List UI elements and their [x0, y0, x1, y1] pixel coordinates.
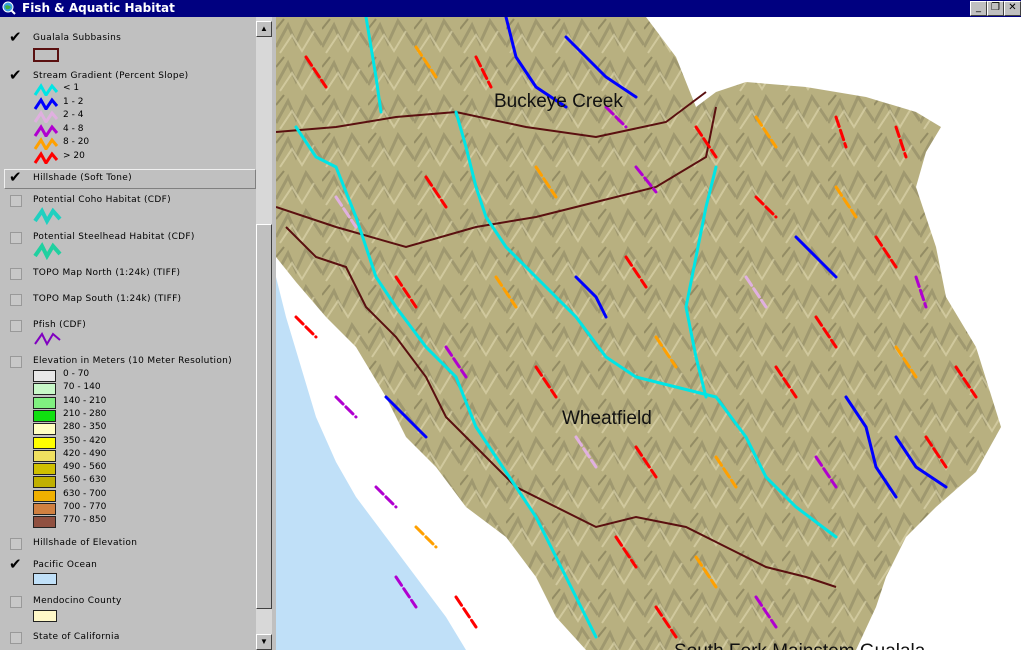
county-swatch — [33, 610, 57, 622]
steelhead-line-symbol — [33, 242, 62, 260]
stream-class-symbol — [33, 110, 59, 123]
layer-name: State of California — [33, 632, 120, 642]
elevation-swatch — [33, 436, 56, 449]
map-label-south-fork: South Fork Mainstem Gualala — [674, 641, 926, 650]
legend-class-label: 2 - 4 — [63, 110, 84, 120]
elevation-swatch — [33, 489, 56, 502]
elevation-swatch — [33, 396, 56, 409]
layer-checkbox[interactable] — [10, 356, 22, 368]
legend-class-label: 560 - 630 — [63, 475, 107, 486]
legend-class-label: 420 - 490 — [63, 448, 107, 459]
elevation-swatch — [33, 463, 56, 476]
layer-name: Mendocino County — [33, 596, 122, 606]
layer-checkbox[interactable]: ✔ — [9, 168, 22, 186]
arrow-up-icon: ▲ — [260, 24, 268, 33]
map-label-buckeye-creek: Buckeye Creek — [494, 91, 623, 112]
map-label-wheatfield: Wheatfield — [562, 408, 652, 429]
legend-class-label: 0 - 70 — [63, 369, 90, 379]
close-button[interactable]: ✕ — [1004, 1, 1021, 16]
legend-class-label: 140 - 210 — [63, 395, 107, 406]
legend-scrollbar[interactable]: ▲ ▼ — [256, 17, 272, 650]
stream-class-symbol — [33, 83, 59, 96]
legend-panel: ✔ Gualala Subbasins ✔ Stream Gradient (P… — [0, 17, 257, 650]
legend-class-label: 700 - 770 — [63, 502, 107, 512]
elevation-swatch — [33, 449, 56, 462]
layer-name: Pfish (CDF) — [33, 320, 87, 330]
legend-class-label: 350 - 420 — [63, 435, 107, 446]
title-bar: Fish & Aquatic Habitat _ ❐ ✕ — [0, 0, 1021, 17]
layer-checkbox[interactable] — [10, 268, 22, 280]
arrow-down-icon: ▼ — [260, 637, 268, 646]
scroll-up-button[interactable]: ▲ — [256, 21, 272, 37]
layer-checkbox[interactable] — [10, 632, 22, 644]
subbasin-symbol — [33, 48, 59, 62]
elevation-swatch — [33, 383, 56, 396]
layer-name: Hillshade (Soft Tone) — [33, 173, 132, 183]
legend-class-label: > 20 — [63, 150, 85, 161]
layer-name: Potential Steelhead Habitat (CDF) — [33, 232, 195, 242]
check-icon: ✔ — [9, 168, 22, 186]
stream-class-symbol — [33, 96, 59, 110]
close-icon: ✕ — [1008, 2, 1017, 13]
elevation-swatch — [33, 503, 56, 515]
stream-class-symbol — [33, 123, 59, 137]
legend-class-label: 490 - 560 — [63, 462, 107, 473]
restore-icon: ❐ — [991, 2, 1000, 13]
legend-class-label: 280 - 350 — [63, 422, 107, 433]
legend-class-label: 630 - 700 — [63, 488, 107, 499]
layer-checkbox[interactable] — [10, 195, 22, 207]
legend-class-label: 210 - 280 — [63, 408, 107, 419]
layer-checkbox[interactable]: ✔ — [9, 555, 22, 573]
globe-icon — [2, 1, 16, 15]
legend-class-label: 8 - 20 — [63, 137, 90, 147]
layer-name: TOPO Map North (1:24k) (TIFF) — [33, 268, 181, 278]
layer-checkbox[interactable] — [10, 294, 22, 306]
layer-name: TOPO Map South (1:24k) (TIFF) — [33, 294, 182, 304]
layer-checkbox[interactable]: ✔ — [9, 28, 22, 46]
layer-name: Elevation in Meters (10 Meter Resolution… — [33, 356, 232, 366]
layer-checkbox[interactable] — [10, 596, 22, 608]
pfish-line-symbol — [34, 332, 61, 347]
layer-checkbox[interactable]: ✔ — [9, 66, 22, 84]
legend-class-label: < 1 — [63, 83, 80, 93]
layer-checkbox[interactable] — [10, 538, 22, 550]
stream-class-symbol — [33, 137, 59, 150]
minimize-icon: _ — [976, 2, 981, 13]
elevation-swatch — [33, 423, 56, 436]
layer-name: Potential Coho Habitat (CDF) — [33, 195, 171, 205]
legend-class-label: 770 - 850 — [63, 515, 107, 526]
layer-name: Hillshade of Elevation — [33, 538, 138, 548]
elevation-swatch — [33, 370, 56, 382]
elevation-swatch — [33, 516, 56, 529]
check-icon: ✔ — [9, 28, 22, 46]
layer-name: Gualala Subbasins — [33, 33, 122, 43]
restore-button[interactable]: ❐ — [987, 1, 1004, 16]
elevation-swatch — [33, 476, 56, 489]
stream-class-symbol — [33, 150, 59, 164]
layer-name: Stream Gradient (Percent Slope) — [33, 71, 189, 81]
layer-checkbox[interactable] — [10, 320, 22, 332]
layer-checkbox[interactable] — [10, 232, 22, 244]
legend-class-label: 4 - 8 — [63, 123, 84, 134]
check-icon: ✔ — [9, 66, 22, 84]
scroll-down-button[interactable]: ▼ — [256, 634, 272, 650]
check-icon: ✔ — [9, 555, 22, 573]
layer-name: Pacific Ocean — [33, 560, 98, 570]
map-view[interactable]: Buckeye Creek Wheatfield South Fork Main… — [276, 17, 1021, 650]
elevation-swatch — [33, 409, 56, 422]
ocean-swatch — [33, 573, 57, 585]
legend-class-label: 70 - 140 — [63, 382, 101, 393]
scroll-thumb[interactable] — [256, 224, 272, 609]
coho-line-symbol — [33, 207, 62, 225]
minimize-button[interactable]: _ — [970, 1, 987, 16]
legend-class-label: 1 - 2 — [63, 96, 84, 107]
window-title: Fish & Aquatic Habitat — [22, 1, 175, 15]
